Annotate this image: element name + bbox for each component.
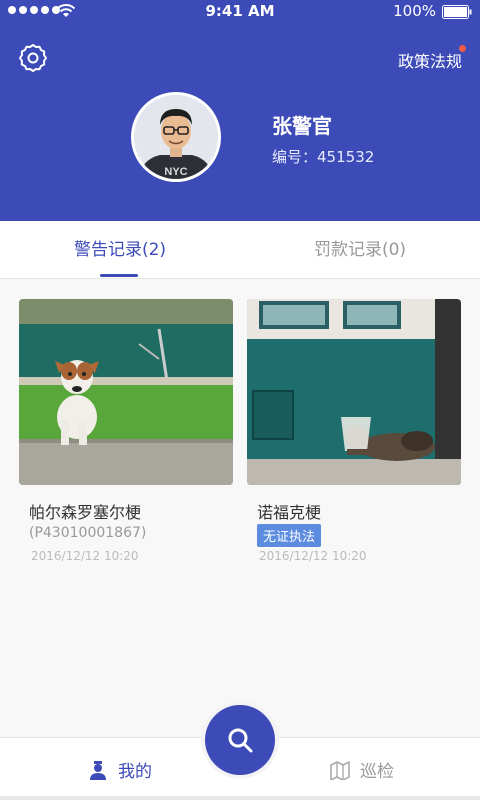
profile-header: 9:41 AM 100% 政策法规 NYC 张警官 编号：451532 (0, 0, 480, 221)
badge-label: 编号： (272, 148, 318, 166)
user-name: 张警官 (272, 114, 332, 138)
record-date: 2016/12/12 10:20 (31, 549, 139, 563)
gear-icon[interactable] (18, 43, 48, 73)
records-grid: 帕尔森罗塞尔梗 (P43010001867) 2016/12/12 10:20 … (0, 279, 480, 737)
avatar-photo: NYC (134, 95, 218, 179)
nav-mine[interactable]: 我的 (88, 738, 152, 800)
nav-mine-label: 我的 (118, 762, 152, 782)
search-icon (228, 728, 253, 753)
violation-tag: 无证执法 (257, 524, 322, 547)
status-bar: 9:41 AM 100% (0, 0, 480, 24)
record-id: (P43010001867) (29, 525, 147, 541)
record-date: 2016/12/12 10:20 (259, 549, 367, 563)
badge-number: 451532 (317, 148, 375, 166)
officer-icon (90, 760, 106, 780)
dog-photo (19, 299, 233, 485)
home-indicator (0, 796, 480, 800)
notification-dot (459, 45, 466, 52)
dog-photo (247, 299, 461, 485)
svg-text:NYC: NYC (164, 166, 187, 178)
avatar[interactable]: NYC (131, 92, 221, 182)
tab-fine-records[interactable]: 罚款记录(0) (240, 221, 480, 279)
search-button[interactable] (205, 705, 275, 775)
record-title: 帕尔森罗塞尔梗 (29, 503, 142, 522)
active-tab-indicator (100, 274, 138, 277)
battery-percentage: 100% (393, 2, 436, 20)
badge-number-row: 编号：451532 (272, 146, 374, 167)
nav-patrol-label: 巡检 (360, 762, 394, 782)
record-tabs: 警告记录(2) 罚款记录(0) (0, 221, 480, 279)
map-icon (330, 760, 350, 780)
nav-patrol[interactable]: 巡检 (330, 738, 394, 800)
record-card[interactable]: 帕尔森罗塞尔梗 (P43010001867) 2016/12/12 10:20 (19, 299, 233, 579)
record-title: 诺福克梗 (257, 503, 322, 522)
tab-warning-records[interactable]: 警告记录(2) (0, 221, 240, 279)
record-card[interactable]: 诺福克梗 无证执法 2016/12/12 10:20 (247, 299, 461, 579)
policy-regulations-link[interactable]: 政策法规 (398, 48, 462, 72)
battery-icon (442, 5, 472, 19)
